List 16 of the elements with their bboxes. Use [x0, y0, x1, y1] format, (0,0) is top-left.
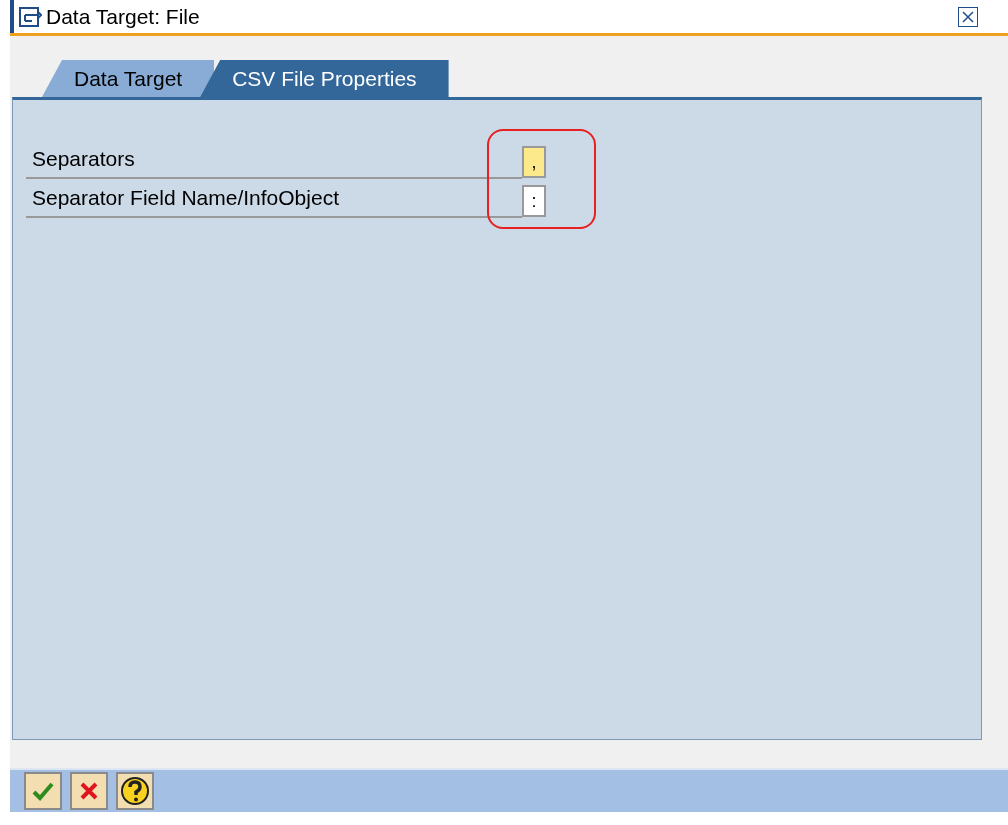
help-icon: [120, 776, 150, 806]
cancel-button[interactable]: [70, 772, 108, 810]
tab[interactable]: Data Target: [42, 60, 215, 97]
field-label: Separators: [26, 142, 522, 179]
tab[interactable]: CSV File Properties: [200, 60, 449, 97]
help-button[interactable]: [116, 772, 154, 810]
input-field[interactable]: ,: [522, 146, 546, 178]
close-button[interactable]: [958, 6, 978, 27]
window-icon: [18, 5, 42, 28]
close-icon: [79, 781, 99, 801]
input-field[interactable]: :: [522, 185, 546, 217]
field-label: Separator Field Name/InfoObject: [26, 181, 522, 218]
window-title: Data Target: File: [46, 3, 200, 30]
checkmark-icon: [32, 781, 54, 801]
confirm-button[interactable]: [24, 772, 62, 810]
close-icon: [962, 10, 974, 23]
